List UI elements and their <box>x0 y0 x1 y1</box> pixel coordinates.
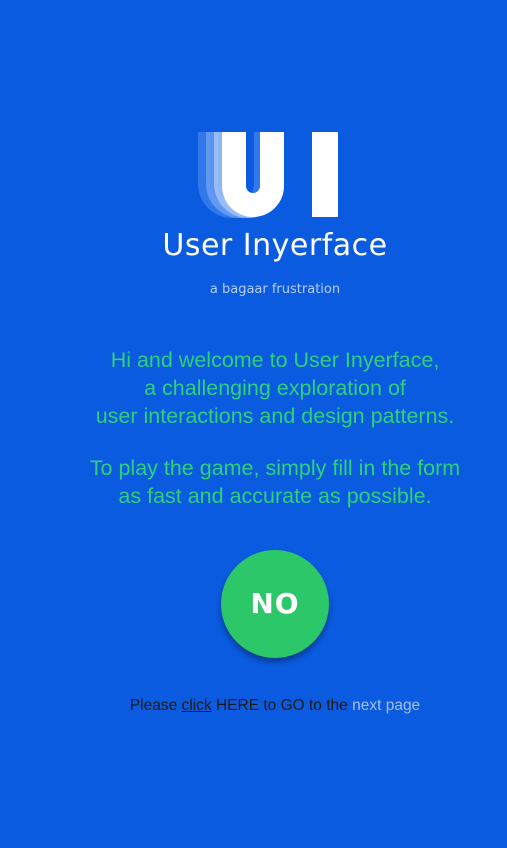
nav-prefix: Please <box>129 697 178 714</box>
no-button[interactable]: NO <box>221 550 329 658</box>
intro-line: Hi and welcome to User Inyerface, <box>110 348 440 372</box>
intro-line: a challenging exploration of <box>144 376 406 400</box>
next-page-link[interactable]: next page <box>352 697 420 714</box>
intro-line: user interactions and design patterns. <box>95 404 455 428</box>
app-subtitle: a bagaar frustration <box>209 282 341 297</box>
next-page-instruction: Please click HERE to GO to the next page <box>0 697 507 715</box>
nav-middle: HERE to GO to the <box>215 697 348 714</box>
intro-text: Hi and welcome to User Inyerface, a chal… <box>0 346 507 510</box>
instruction-line: as fast and accurate as possible. <box>118 484 432 508</box>
logo <box>0 128 507 220</box>
ui-logo-icon <box>198 132 338 218</box>
instruction-line: To play the game, simply fill in the for… <box>89 456 461 480</box>
app-title: User Inyerface <box>162 228 388 263</box>
click-link[interactable]: click <box>182 697 212 714</box>
